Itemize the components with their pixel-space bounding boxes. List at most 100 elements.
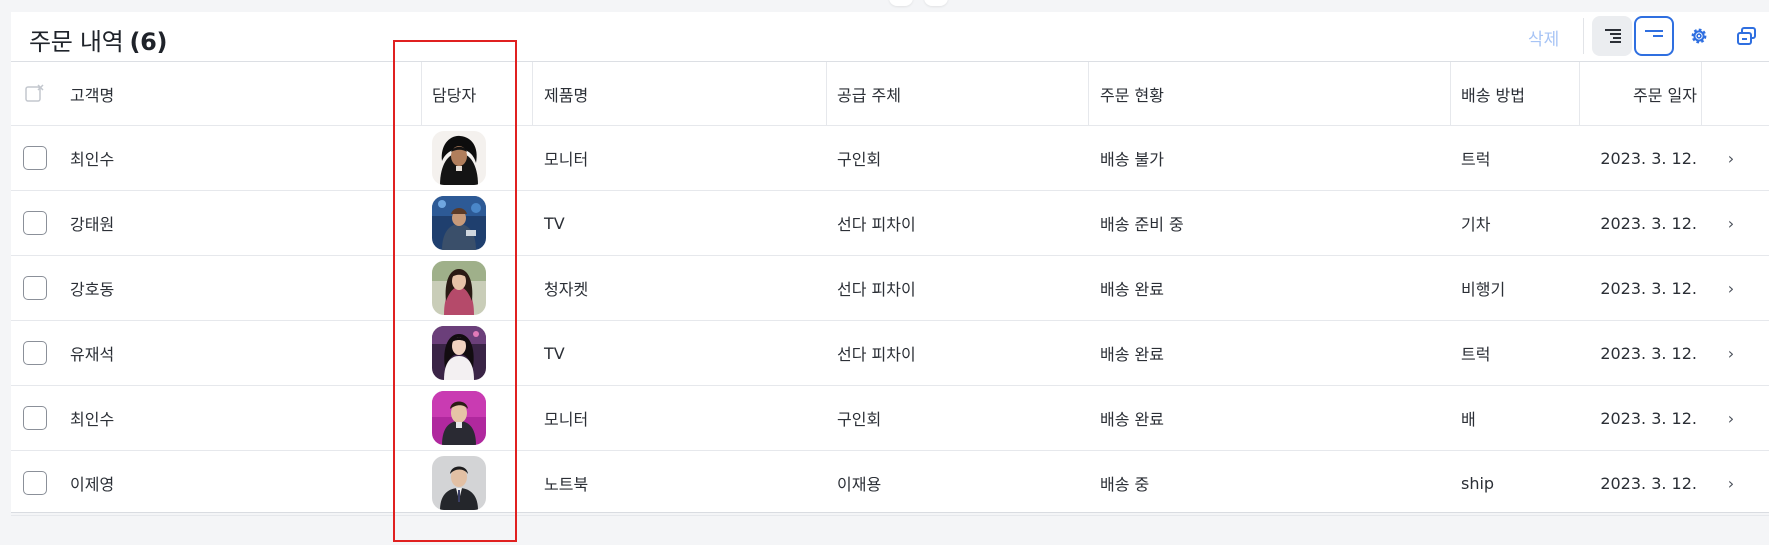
product-name: TV <box>544 343 565 363</box>
row-open-button[interactable]: › <box>1711 126 1751 190</box>
chevron-right-icon: › <box>1727 343 1735 363</box>
table-row[interactable]: 강태원 TV 선다 피차이 배송 준비 중 기차 2023. 3. 12. › <box>11 191 1769 256</box>
column-divider[interactable] <box>1088 62 1089 125</box>
order-count: (6) <box>129 28 168 56</box>
top-edge <box>0 0 1769 8</box>
align-lines-button[interactable] <box>1592 16 1632 56</box>
manager-avatar <box>432 131 486 185</box>
table-row[interactable]: 이제영 노트북 이재용 배송 중 ship 2023. 3. 12. › <box>11 451 1769 516</box>
order-history-card: 주문 내역 (6) 삭제 고객명 담당자 제품명 공급 주체 주문 현황 배송 … <box>11 12 1769 516</box>
layers-icon <box>1737 27 1756 45</box>
customer-name: 강태원 <box>70 215 115 234</box>
gear-icon <box>1691 28 1707 44</box>
supplier-name: 선다 피차이 <box>837 280 916 299</box>
order-status: 배송 불가 <box>1100 150 1164 169</box>
column-header-product[interactable]: 제품명 <box>544 62 824 125</box>
shipping-method: 배 <box>1461 410 1476 429</box>
order-status: 배송 완료 <box>1100 345 1164 364</box>
column-divider[interactable] <box>1450 62 1451 125</box>
manager-avatar <box>432 261 486 315</box>
supplier-name: 구인회 <box>837 410 882 429</box>
row-checkbox-cell <box>21 386 49 450</box>
chevron-right-icon: › <box>1727 408 1735 428</box>
align-right-lines-icon <box>1605 29 1621 43</box>
layers-button[interactable] <box>1727 16 1767 56</box>
manager-avatar <box>432 196 486 250</box>
column-divider[interactable] <box>1579 62 1580 125</box>
row-open-button[interactable]: › <box>1711 256 1751 320</box>
supplier-name: 구인회 <box>837 150 882 169</box>
page-title: 주문 내역 (6) <box>29 22 168 57</box>
order-status: 배송 완료 <box>1100 280 1164 299</box>
column-divider[interactable] <box>826 62 827 125</box>
select-all-cell[interactable] <box>21 62 49 125</box>
manager-avatar <box>432 391 486 445</box>
chevron-right-icon: › <box>1727 473 1735 493</box>
shipping-method: 트럭 <box>1461 150 1491 169</box>
manager-avatar <box>432 456 486 510</box>
select-all-icon[interactable] <box>25 83 45 104</box>
row-open-button[interactable]: › <box>1711 451 1751 515</box>
manager-cell <box>432 321 512 385</box>
manager-cell <box>432 126 512 190</box>
row-checkbox[interactable] <box>23 471 47 495</box>
product-name: 노트북 <box>544 475 589 494</box>
row-open-button[interactable]: › <box>1711 191 1751 255</box>
column-header-manager[interactable]: 담당자 <box>432 62 512 125</box>
shipping-method: 기차 <box>1461 215 1491 234</box>
manager-cell <box>432 451 512 515</box>
product-name: 모니터 <box>544 410 589 429</box>
shipping-method: ship <box>1461 473 1495 493</box>
column-divider[interactable] <box>421 62 422 125</box>
top-handle-right <box>924 0 948 6</box>
row-checkbox[interactable] <box>23 341 47 365</box>
customer-name: 최인수 <box>70 150 115 169</box>
column-header-date[interactable]: 주문 일자 <box>1587 62 1697 125</box>
order-status: 배송 완료 <box>1100 410 1164 429</box>
table-row[interactable]: 강호동 청자켓 선다 피차이 배송 완료 비행기 2023. 3. 12. › <box>11 256 1769 321</box>
delete-button[interactable]: 삭제 <box>1528 25 1559 50</box>
customer-name: 유재석 <box>70 345 115 364</box>
product-name: 모니터 <box>544 150 589 169</box>
column-divider[interactable] <box>1701 62 1702 125</box>
column-header-status[interactable]: 주문 현황 <box>1100 62 1420 125</box>
table-row[interactable]: 최인수 모니터 구인회 배송 완료 배 2023. 3. 12. › <box>11 386 1769 451</box>
row-checkbox-cell <box>21 451 49 515</box>
row-checkbox[interactable] <box>23 211 47 235</box>
column-header-supplier[interactable]: 공급 주체 <box>837 62 1097 125</box>
column-divider[interactable] <box>532 62 533 125</box>
row-checkbox[interactable] <box>23 146 47 170</box>
settings-button[interactable] <box>1679 16 1719 56</box>
product-name: 청자켓 <box>544 280 589 299</box>
shipping-method: 비행기 <box>1461 280 1506 299</box>
order-date: 2023. 3. 12. <box>1600 148 1697 168</box>
order-date: 2023. 3. 12. <box>1600 343 1697 363</box>
column-header-name[interactable]: 고객명 <box>70 62 390 125</box>
row-checkbox[interactable] <box>23 276 47 300</box>
align-right-collapsed-icon <box>1645 30 1663 37</box>
row-open-button[interactable]: › <box>1711 386 1751 450</box>
row-checkbox[interactable] <box>23 406 47 430</box>
row-checkbox-cell <box>21 321 49 385</box>
toolbar-divider <box>1583 18 1584 54</box>
row-open-button[interactable]: › <box>1711 321 1751 385</box>
order-status: 배송 준비 중 <box>1100 215 1184 234</box>
customer-name: 강호동 <box>70 280 115 299</box>
column-header-method[interactable]: 배송 방법 <box>1461 62 1581 125</box>
supplier-name: 이재용 <box>837 475 882 494</box>
manager-cell <box>432 191 512 255</box>
chevron-right-icon: › <box>1727 278 1735 298</box>
table-row[interactable]: 유재석 TV 선다 피차이 배송 완료 트럭 2023. 3. 12. › <box>11 321 1769 386</box>
supplier-name: 선다 피차이 <box>837 215 916 234</box>
supplier-name: 선다 피차이 <box>837 345 916 364</box>
row-checkbox-cell <box>21 256 49 320</box>
order-date: 2023. 3. 12. <box>1600 278 1697 298</box>
customer-name: 이제영 <box>70 475 115 494</box>
row-checkbox-cell <box>21 126 49 190</box>
manager-cell <box>432 256 512 320</box>
order-date: 2023. 3. 12. <box>1600 473 1697 493</box>
align-collapsed-button[interactable] <box>1634 16 1674 56</box>
top-handle-left <box>889 0 913 6</box>
order-date: 2023. 3. 12. <box>1600 408 1697 428</box>
table-row[interactable]: 최인수 모니터 구인회 배송 불가 트럭 2023. 3. 12. › <box>11 126 1769 191</box>
